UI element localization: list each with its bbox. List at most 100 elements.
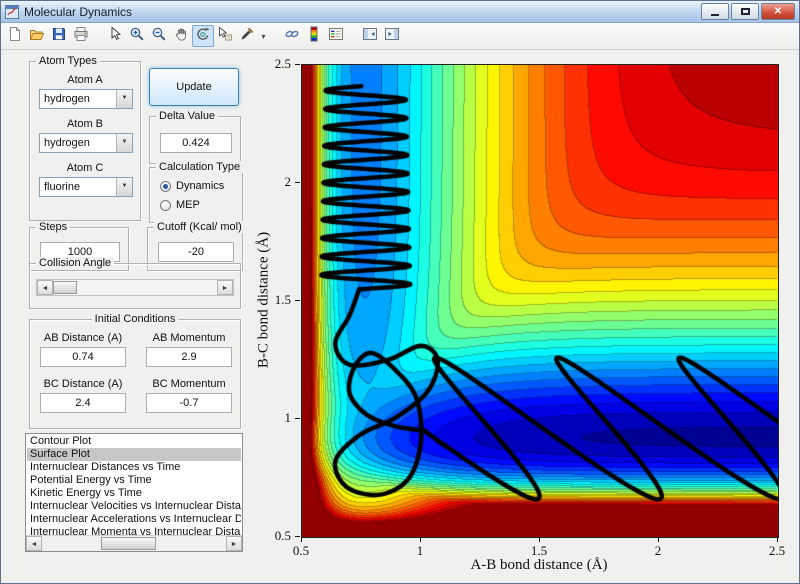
- maximize-button[interactable]: [731, 3, 759, 20]
- ab-momentum-field[interactable]: 2.9: [146, 347, 232, 367]
- edit-plot-icon: [107, 26, 123, 47]
- delta-value-panel: Delta Value 0.424: [149, 116, 241, 164]
- y-tick-label: 2.5: [255, 56, 291, 72]
- initial-conditions-title: Initial Conditions: [92, 313, 179, 325]
- pan-button[interactable]: [170, 25, 192, 47]
- update-button[interactable]: Update: [149, 68, 239, 106]
- radio-dynamics-label: Dynamics: [176, 180, 224, 192]
- ab-distance-label: AB Distance (A): [30, 332, 136, 344]
- list-item[interactable]: Potential Energy vs Time: [27, 474, 241, 487]
- hide-plot-tools-button[interactable]: [359, 25, 381, 47]
- atom-c-label: Atom C: [30, 162, 140, 174]
- list-item[interactable]: Contour Plot: [27, 435, 241, 448]
- dropdown-arrow-icon[interactable]: ▼: [116, 178, 132, 196]
- minimize-icon: [711, 14, 719, 16]
- y-tick-mark: [295, 536, 300, 537]
- x-tick-mark: [420, 537, 421, 542]
- bc-distance-label: BC Distance (A): [30, 378, 136, 390]
- y-tick-mark: [295, 182, 300, 183]
- slider-left-arrow[interactable]: ◄: [37, 280, 53, 295]
- open-file-button[interactable]: [26, 25, 48, 47]
- new-figure-icon: [7, 26, 23, 47]
- window-title: Molecular Dynamics: [24, 5, 701, 19]
- save-figure-icon: [51, 26, 67, 47]
- window-icon: [5, 5, 19, 19]
- collision-angle-title: Collision Angle: [36, 257, 114, 269]
- list-item[interactable]: Internuclear Velocities vs Internuclear …: [27, 500, 241, 513]
- zoom-in-button[interactable]: [126, 25, 148, 47]
- bc-distance-field[interactable]: 2.4: [40, 393, 126, 413]
- dropdown-arrow-icon[interactable]: ▼: [116, 134, 132, 152]
- hide-plot-tools-icon: [362, 26, 378, 47]
- insert-legend-icon: [328, 26, 344, 47]
- atom-c-dropdown[interactable]: fluorine ▼: [39, 177, 133, 197]
- list-item[interactable]: Kinetic Energy vs Time: [27, 487, 241, 500]
- scroll-left-button[interactable]: ◄: [26, 536, 42, 551]
- link-plot-button[interactable]: [281, 25, 303, 47]
- collision-angle-slider[interactable]: ◄ ►: [36, 279, 234, 296]
- collision-angle-panel: Collision Angle ◄ ►: [29, 263, 241, 309]
- radio-icon: [160, 200, 171, 211]
- ab-distance-field[interactable]: 0.74: [40, 347, 126, 367]
- calculation-type-panel: Calculation Type Dynamics MEP: [149, 167, 243, 223]
- x-axis-label: A-B bond distance (Å): [301, 557, 777, 574]
- radio-icon: [160, 181, 171, 192]
- insert-colorbar-button[interactable]: [303, 25, 325, 47]
- x-tick-mark: [777, 537, 778, 542]
- link-plot-icon: [284, 26, 300, 47]
- atom-a-label: Atom A: [30, 74, 140, 86]
- zoom-out-icon: [151, 26, 167, 47]
- open-file-icon: [29, 26, 45, 47]
- y-tick-mark: [295, 300, 300, 301]
- cutoff-field[interactable]: -20: [158, 242, 234, 262]
- titlebar[interactable]: Molecular Dynamics ✕: [1, 1, 799, 23]
- list-item[interactable]: Surface Plot: [27, 448, 241, 461]
- zoom-out-button[interactable]: [148, 25, 170, 47]
- slider-thumb[interactable]: [53, 281, 77, 294]
- listbox-hscrollbar[interactable]: ◄ ►: [26, 535, 242, 551]
- y-tick-label: 2: [255, 174, 291, 190]
- show-plot-tools-icon: [384, 26, 400, 47]
- brush-data-button[interactable]: [236, 25, 258, 47]
- radio-dynamics[interactable]: Dynamics: [160, 180, 224, 192]
- edit-plot-button[interactable]: [104, 25, 126, 47]
- brush-dropdown-button[interactable]: ▾: [258, 25, 269, 47]
- scroll-thumb[interactable]: [101, 537, 157, 550]
- print-figure-icon: [73, 26, 89, 47]
- y-tick-label: 0.5: [255, 528, 291, 544]
- x-tick-mark: [301, 537, 302, 542]
- rotate-3d-button[interactable]: [192, 25, 214, 47]
- x-tick-mark: [658, 537, 659, 542]
- dropdown-arrow-icon[interactable]: ▼: [116, 90, 132, 108]
- scroll-right-button[interactable]: ►: [226, 536, 242, 551]
- delta-value-field[interactable]: 0.424: [160, 133, 232, 153]
- plot-type-listbox[interactable]: Contour PlotSurface PlotInternuclear Dis…: [25, 433, 243, 552]
- calculation-type-title: Calculation Type: [156, 161, 243, 173]
- app-window: Molecular Dynamics ✕ ▾ Atom Types Atom A…: [0, 0, 800, 584]
- cutoff-title: Cutoff (Kcal/ mol): [154, 221, 245, 233]
- insert-legend-button[interactable]: [325, 25, 347, 47]
- atom-a-dropdown[interactable]: hydrogen ▼: [39, 89, 133, 109]
- print-figure-button[interactable]: [70, 25, 92, 47]
- y-tick-label: 1: [255, 410, 291, 426]
- save-figure-button[interactable]: [48, 25, 70, 47]
- show-plot-tools-button[interactable]: [381, 25, 403, 47]
- y-tick-mark: [295, 418, 300, 419]
- slider-right-arrow[interactable]: ►: [217, 280, 233, 295]
- atom-b-dropdown[interactable]: hydrogen ▼: [39, 133, 133, 153]
- contour-plot-canvas[interactable]: [301, 64, 779, 538]
- bc-momentum-field[interactable]: -0.7: [146, 393, 232, 413]
- list-item[interactable]: Internuclear Distances vs Time: [27, 461, 241, 474]
- close-button[interactable]: ✕: [761, 3, 795, 20]
- initial-conditions-panel: Initial Conditions AB Distance (A) 0.74 …: [29, 319, 241, 429]
- data-cursor-icon: [217, 26, 233, 47]
- zoom-in-icon: [129, 26, 145, 47]
- new-figure-button[interactable]: [4, 25, 26, 47]
- data-cursor-button[interactable]: [214, 25, 236, 47]
- figure-toolbar: ▾: [1, 23, 799, 50]
- y-tick-mark: [295, 64, 300, 65]
- list-item[interactable]: Internuclear Accelerations vs Internucle…: [27, 513, 241, 526]
- radio-mep[interactable]: MEP: [160, 199, 200, 211]
- minimize-button[interactable]: [701, 3, 729, 20]
- delta-value-title: Delta Value: [156, 110, 218, 122]
